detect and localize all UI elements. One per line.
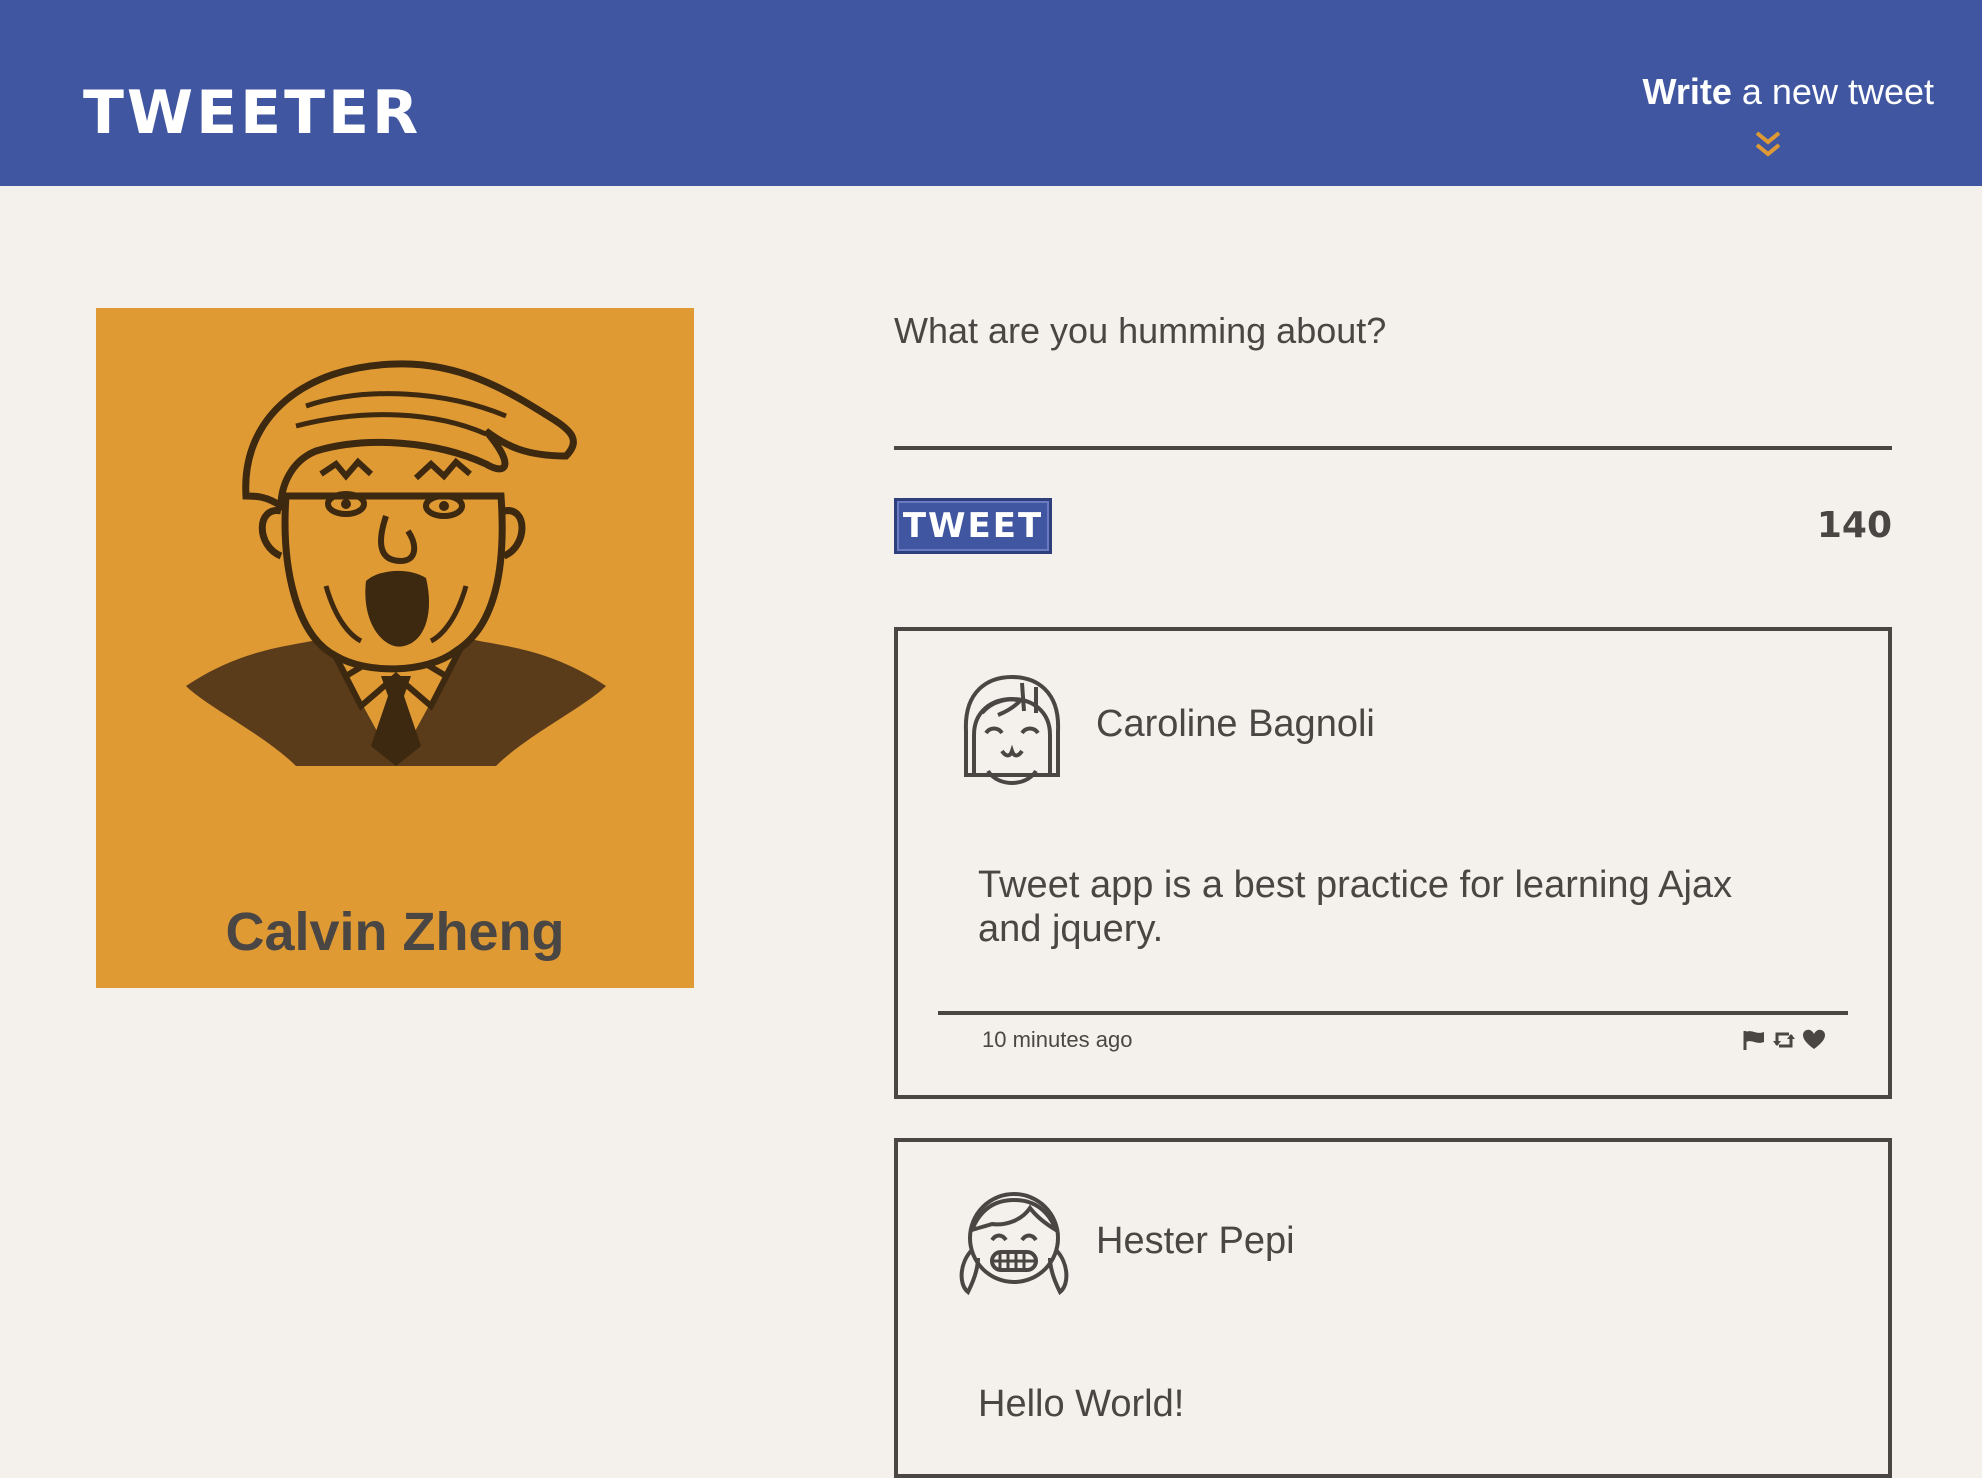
tweet-text: Hello World! <box>978 1383 1185 1425</box>
caricature-avatar <box>186 346 606 786</box>
tweet-submit-button[interactable]: TWEET <box>894 498 1052 554</box>
smiling-girl-avatar <box>958 671 1066 789</box>
tweet-footer: 10 minutes ago <box>938 1011 1848 1065</box>
tweet-text: Tweet app is a best practice for learnin… <box>978 864 1733 950</box>
tweet-author-name: Hester Pepi <box>1096 1220 1295 1262</box>
tweet-textarea[interactable] <box>894 300 1892 450</box>
tweet-card: Caroline Bagnoli Tweet app is a best pra… <box>894 627 1892 1099</box>
new-tweet-composer: TWEET 140 <box>894 300 1892 554</box>
heart-icon[interactable] <box>1802 1029 1826 1051</box>
tweet-card: Hester Pepi Hello World! <box>894 1138 1892 1478</box>
character-counter: 140 <box>1816 505 1892 546</box>
tweet-author-name: Caroline Bagnoli <box>1096 703 1375 745</box>
write-new-tweet-label-strong: Write <box>1642 71 1732 112</box>
write-new-tweet-toggle[interactable]: Write a new tweet <box>1634 68 1934 157</box>
tweet-actions <box>1742 1029 1826 1051</box>
retweet-icon[interactable] <box>1772 1029 1796 1051</box>
grinning-girl-avatar <box>956 1180 1069 1298</box>
top-navbar: TWEETER Write a new tweet <box>0 0 1982 186</box>
profile-card: Calvin Zheng <box>96 308 694 988</box>
profile-name: Calvin Zheng <box>225 901 565 962</box>
write-new-tweet-label: a new tweet <box>1731 71 1934 112</box>
tweet-timestamp: 10 minutes ago <box>982 1027 1133 1052</box>
app-logo[interactable]: TWEETER <box>83 78 421 148</box>
flag-icon[interactable] <box>1742 1029 1766 1051</box>
chevron-double-down-icon[interactable] <box>1754 124 1782 157</box>
